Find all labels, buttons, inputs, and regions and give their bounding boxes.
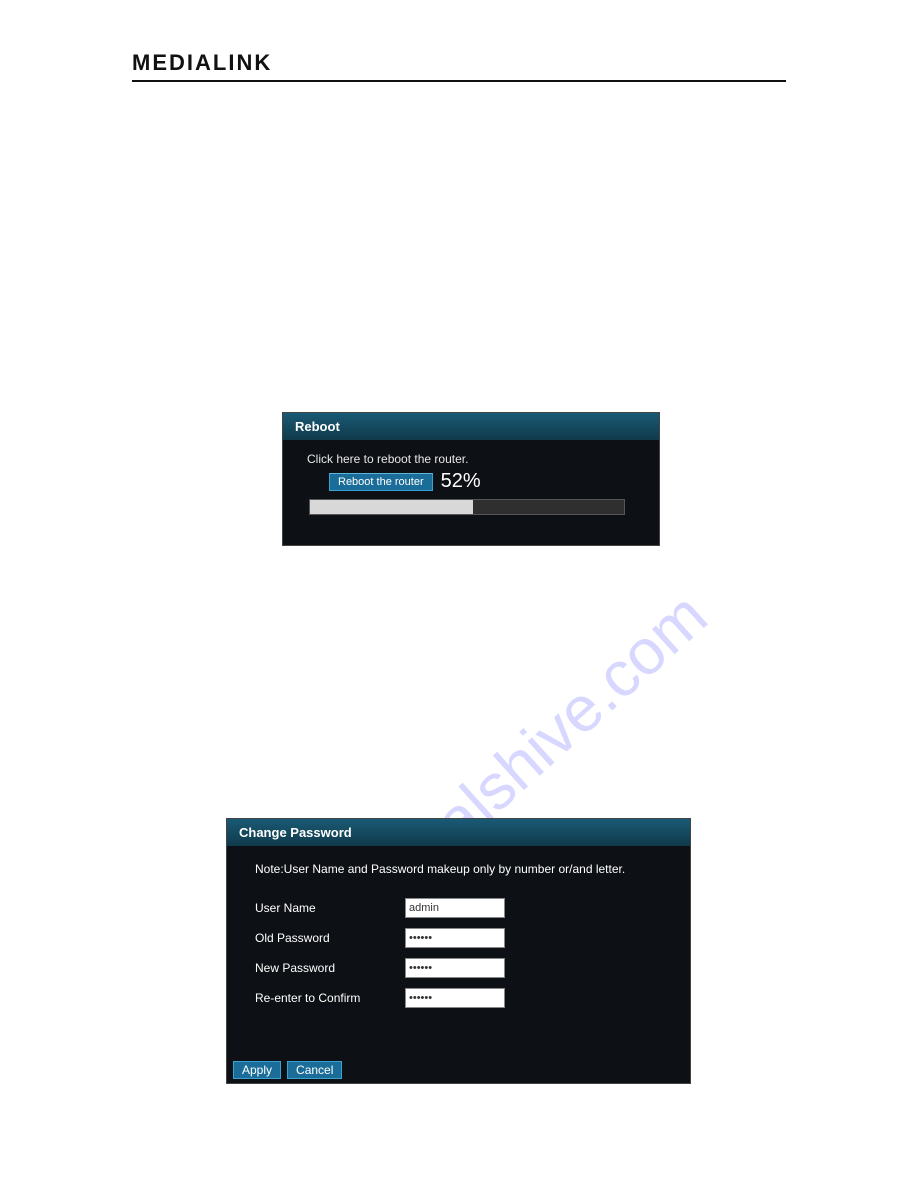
confirm-password-label: Re-enter to Confirm — [255, 991, 405, 1005]
page-header: MEDIALINK — [132, 50, 786, 90]
reboot-panel-title: Reboot — [283, 413, 659, 440]
old-password-input[interactable] — [405, 928, 505, 948]
change-password-panel: Change Password Note:User Name and Passw… — [226, 818, 691, 1084]
confirm-password-input[interactable] — [405, 988, 505, 1008]
username-input[interactable] — [405, 898, 505, 918]
brand-logo: MEDIALINK — [132, 50, 786, 76]
reboot-button[interactable]: Reboot the router — [329, 473, 433, 491]
header-rule — [132, 80, 786, 82]
reboot-progress-bar — [309, 499, 625, 515]
change-password-footer: Apply Cancel — [227, 1057, 690, 1083]
cancel-button[interactable]: Cancel — [287, 1061, 342, 1079]
new-password-input[interactable] — [405, 958, 505, 978]
confirm-password-row: Re-enter to Confirm — [255, 988, 662, 1008]
reboot-panel: Reboot Click here to reboot the router. … — [282, 412, 660, 546]
reboot-progress-fill — [310, 500, 473, 514]
username-row: User Name — [255, 898, 662, 918]
new-password-row: New Password — [255, 958, 662, 978]
reboot-percent: 52% — [441, 470, 481, 493]
reboot-instruction: Click here to reboot the router. — [307, 452, 635, 466]
old-password-row: Old Password — [255, 928, 662, 948]
change-password-title: Change Password — [227, 819, 690, 846]
username-label: User Name — [255, 901, 405, 915]
apply-button[interactable]: Apply — [233, 1061, 281, 1079]
change-password-note: Note:User Name and Password makeup only … — [255, 862, 662, 876]
new-password-label: New Password — [255, 961, 405, 975]
old-password-label: Old Password — [255, 931, 405, 945]
